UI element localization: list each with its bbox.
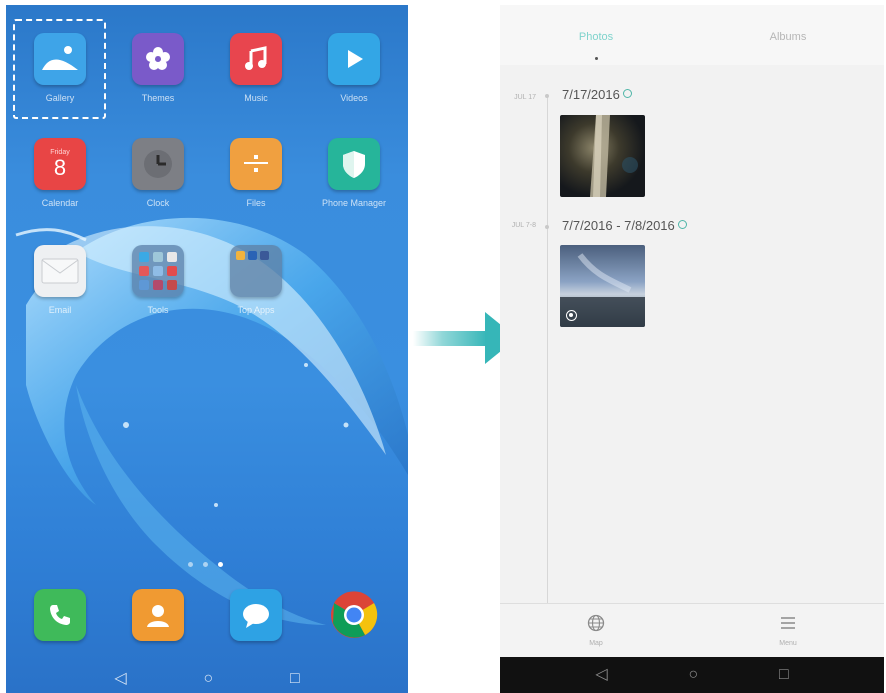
location-pin-icon[interactable] [677,220,687,229]
phone-icon [34,589,86,641]
app-label: Email [48,305,72,315]
group-date-text: 7/17/2016 [562,87,620,102]
back-icon[interactable]: ◁ [595,667,607,683]
music-note-icon [230,33,282,85]
envelope-icon [34,245,86,297]
play-icon [328,33,380,85]
app-label: Files [246,198,266,208]
tab-bar: Photos Albums [500,5,884,65]
clock-icon [132,138,184,190]
shield-icon [328,138,380,190]
calendar-day-number: 8 [53,154,67,180]
map-button[interactable]: Map [500,604,692,657]
tab-label: Albums [769,31,807,43]
app-label: Videos [340,93,368,103]
active-tab-indicator [595,57,598,60]
contacts-icon [132,589,184,641]
tab-label: Photos [578,31,614,43]
group-side-label: JUL 17 [514,94,536,101]
timeline-line [547,95,548,605]
dock-chrome[interactable] [314,589,394,641]
instruction-figure: Gallery Themes Music Videos Friday 8 Cal… [0,0,886,693]
chat-bubble-icon [230,589,282,641]
gallery-app: Photos Albums JUL 17 7/17/2016 JUL 7-8 7… [500,5,884,693]
files-icon [230,138,282,190]
dock-contacts[interactable] [118,589,198,641]
recents-icon[interactable]: □ [290,671,300,687]
dock-phone[interactable] [20,589,100,641]
page-dot [188,562,193,567]
group-side-label: JUL 7-8 [511,222,536,229]
group-date-text: 7/7/2016 - 7/8/2016 [562,218,675,233]
tree-trunk-photo [590,115,638,197]
app-videos[interactable]: Videos [314,33,394,103]
bottom-item-label: Map [589,640,603,647]
themes-icon [132,33,184,85]
video-play-badge-icon [566,310,577,321]
bottom-toolbar: Map Menu [500,603,884,657]
home-screen: Gallery Themes Music Videos Friday 8 Cal… [6,5,408,693]
globe-icon [587,614,605,636]
app-label: Phone Manager [321,198,387,208]
menu-button[interactable]: Menu [692,604,884,657]
folder-icon [230,245,282,297]
app-label: Tools [147,305,169,315]
app-clock[interactable]: Clock [118,138,198,208]
tab-photos[interactable]: Photos [500,5,692,65]
menu-icon [779,614,797,636]
group-date: 7/17/2016 [562,87,632,102]
dock-messaging[interactable] [216,589,296,641]
recents-icon[interactable]: □ [779,667,789,683]
chrome-icon [328,589,380,641]
folder-icon [132,245,184,297]
page-indicator [188,562,223,567]
selection-highlight [13,19,106,119]
bottom-item-label: Menu [779,640,797,647]
app-label: Top Apps [237,305,275,315]
timeline-node [545,225,549,229]
timeline-node [545,94,549,98]
app-label: Clock [146,198,170,208]
navigation-bar: ◁ ○ □ [500,657,884,693]
calendar-icon: Friday 8 [34,138,86,190]
photo-thumbnail[interactable] [560,115,645,197]
page-dot [203,562,208,567]
home-icon[interactable]: ○ [203,671,213,687]
location-pin-icon[interactable] [622,89,632,98]
app-music[interactable]: Music [216,33,296,103]
page-dot-active [218,562,223,567]
group-date: 7/7/2016 - 7/8/2016 [562,218,687,233]
home-icon[interactable]: ○ [688,667,698,683]
navigation-bar: ◁ ○ □ [6,665,408,693]
folder-top-apps[interactable]: Top Apps [216,245,296,315]
app-phone-manager[interactable]: Phone Manager [314,138,394,208]
app-label: Themes [141,93,175,103]
back-icon[interactable]: ◁ [114,671,126,687]
app-label: Music [244,93,268,103]
app-email[interactable]: Email [20,245,100,315]
tab-albums[interactable]: Albums [692,5,884,65]
app-themes[interactable]: Themes [118,33,198,103]
app-files[interactable]: Files [216,138,296,208]
folder-tools[interactable]: Tools [118,245,198,315]
app-calendar[interactable]: Friday 8 Calendar [20,138,100,208]
app-label: Calendar [41,198,79,208]
video-thumbnail[interactable] [560,245,645,327]
